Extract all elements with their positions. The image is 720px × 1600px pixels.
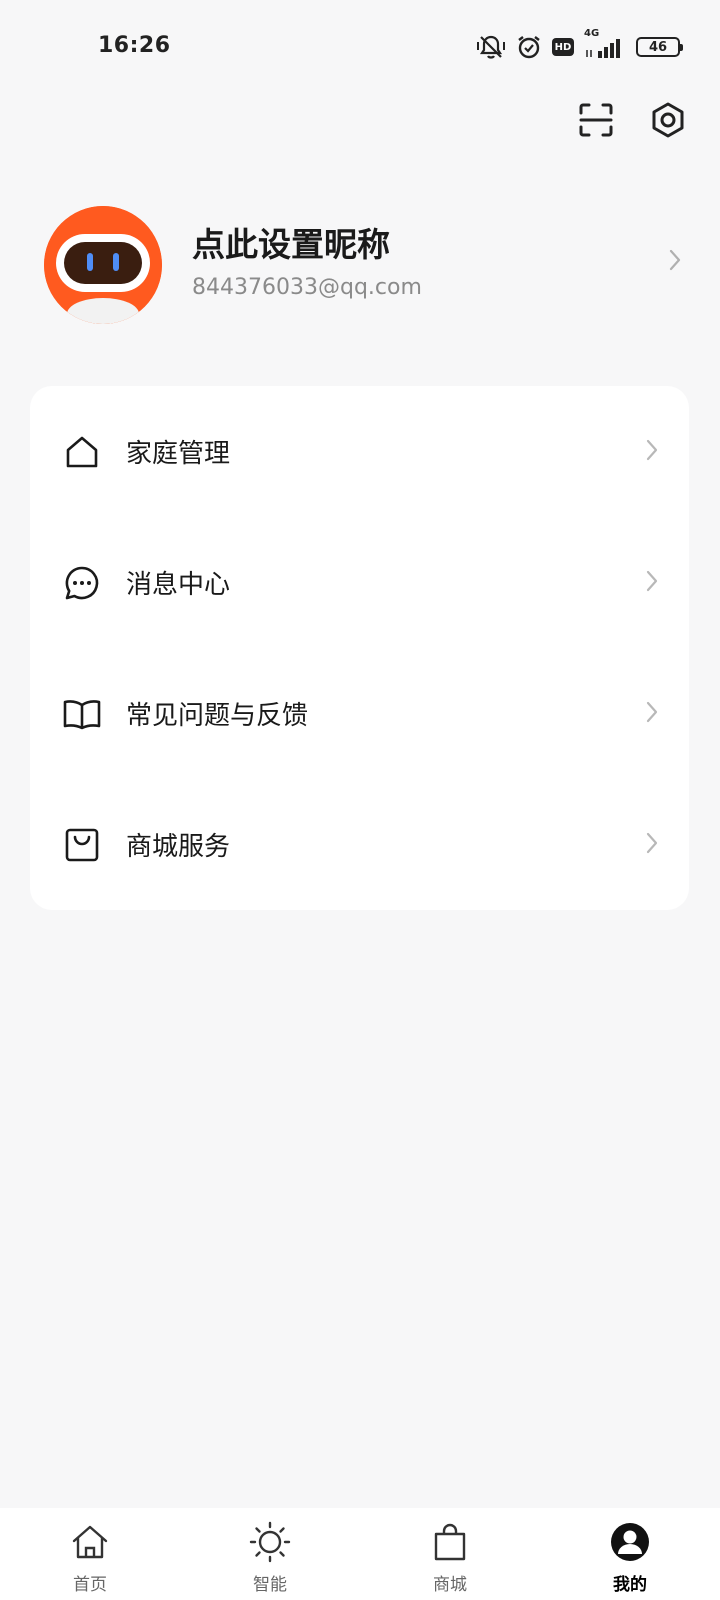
avatar[interactable] bbox=[44, 206, 162, 324]
nav-label: 首页 bbox=[73, 1575, 107, 1595]
nav-label: 商城 bbox=[433, 1575, 467, 1595]
bag-icon bbox=[428, 1520, 472, 1564]
shopping-bag-icon bbox=[62, 825, 102, 865]
home-icon bbox=[68, 1520, 112, 1564]
settings-button[interactable] bbox=[648, 100, 688, 140]
chevron-right-icon bbox=[645, 438, 659, 466]
nav-item-mine[interactable]: 我的 bbox=[540, 1508, 720, 1600]
nav-label: 智能 bbox=[253, 1575, 287, 1595]
mute-vibrate-icon bbox=[476, 33, 506, 61]
nickname[interactable]: 点此设置昵称 bbox=[192, 218, 390, 266]
battery-icon: 46 bbox=[636, 37, 683, 57]
menu-item-label: 家庭管理 bbox=[126, 439, 231, 469]
bottom-nav: 首页 智能 商城 我的 bbox=[0, 1508, 720, 1600]
book-icon bbox=[62, 694, 102, 734]
status-bar: 16:26 HD 4G 46 bbox=[0, 0, 720, 92]
nav-item-home[interactable]: 首页 bbox=[0, 1508, 180, 1600]
email: 844376033@qq.com bbox=[192, 275, 422, 300]
scan-button[interactable] bbox=[576, 100, 616, 140]
scan-icon bbox=[579, 103, 613, 137]
menu-item-label: 常见问题与反馈 bbox=[126, 701, 309, 731]
user-icon bbox=[608, 1520, 652, 1564]
alarm-icon bbox=[516, 34, 542, 60]
hd-icon: HD bbox=[552, 38, 574, 56]
robot-avatar-icon bbox=[44, 206, 162, 324]
status-icons: HD 4G 46 bbox=[476, 28, 683, 64]
menu-item-mall-service[interactable]: 商城服务 bbox=[30, 779, 689, 910]
menu-item-family-management[interactable]: 家庭管理 bbox=[30, 386, 689, 517]
profile-header[interactable]: 点此设置昵称 844376033@qq.com bbox=[0, 200, 720, 326]
menu-item-label: 消息中心 bbox=[126, 570, 231, 600]
nav-item-mall[interactable]: 商城 bbox=[360, 1508, 540, 1600]
message-icon bbox=[62, 563, 102, 603]
chevron-right-icon bbox=[645, 569, 659, 597]
chevron-right-icon bbox=[668, 248, 682, 276]
network-type: 4G bbox=[584, 28, 600, 39]
sun-icon bbox=[248, 1520, 292, 1564]
nav-label: 我的 bbox=[613, 1575, 647, 1595]
chevron-right-icon bbox=[645, 831, 659, 859]
signal-icon: 4G bbox=[584, 28, 626, 60]
menu-item-faq-feedback[interactable]: 常见问题与反馈 bbox=[30, 648, 689, 779]
menu-item-message-center[interactable]: 消息中心 bbox=[30, 517, 689, 648]
home-icon bbox=[62, 432, 102, 472]
menu-card: 家庭管理 消息中心 常见问题与反馈 商城服务 bbox=[30, 386, 689, 910]
status-time: 16:26 bbox=[98, 33, 171, 58]
nav-item-smart[interactable]: 智能 bbox=[180, 1508, 360, 1600]
chevron-right-icon bbox=[645, 700, 659, 728]
settings-icon bbox=[652, 102, 684, 138]
menu-item-label: 商城服务 bbox=[126, 832, 231, 862]
